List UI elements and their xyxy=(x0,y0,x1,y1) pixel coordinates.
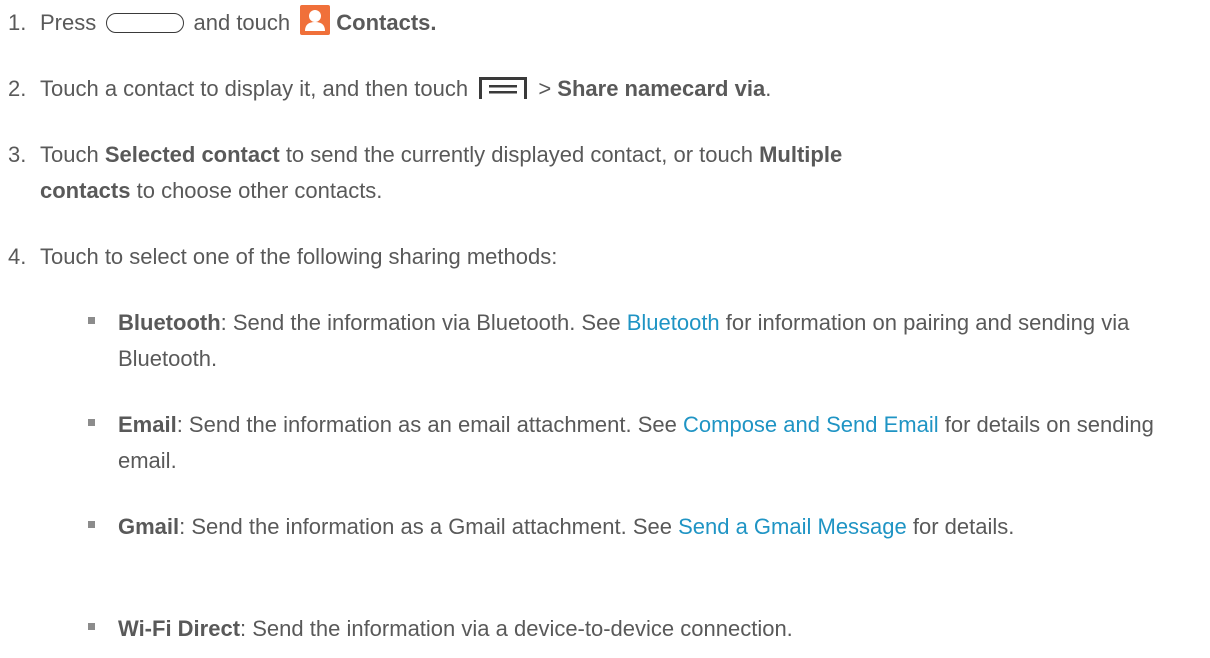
list-item: Bluetooth: Send the information via Blue… xyxy=(88,305,1190,377)
list-item: Gmail: Send the information as a Gmail a… xyxy=(88,509,1190,545)
contacts-bold-label: contacts xyxy=(40,178,131,203)
step-4: 4. Touch to select one of the following s… xyxy=(8,239,1190,275)
bluetooth-link[interactable]: Bluetooth xyxy=(627,310,720,335)
gmail-message-link[interactable]: Send a Gmail Message xyxy=(678,514,907,539)
bullet-icon xyxy=(88,419,95,426)
method-desc: : Send the information as an email attac… xyxy=(176,412,677,437)
separator: > xyxy=(538,76,552,101)
step-text: and touch xyxy=(193,10,291,35)
bullet-icon xyxy=(88,623,95,630)
share-namecard-label: Share namecard via xyxy=(557,76,766,101)
step-number: 1. xyxy=(8,10,27,35)
step-3: 3. Touch Selected contact to send the cur… xyxy=(8,137,1190,209)
list-item: Email: Send the information as an email … xyxy=(88,407,1190,479)
method-desc: : Send the information as a Gmail attach… xyxy=(179,514,672,539)
step-number: 4. xyxy=(8,244,27,269)
step-number: 3. xyxy=(8,142,27,167)
contacts-label: Contacts. xyxy=(336,10,437,35)
list-item: Wi-Fi Direct: Send the information via a… xyxy=(88,611,1190,647)
home-button-icon xyxy=(106,13,185,33)
bullet-icon xyxy=(88,521,95,528)
step-text: to choose other contacts. xyxy=(136,178,383,203)
method-name: Gmail xyxy=(118,514,180,539)
bullet-icon xyxy=(88,317,95,324)
step-2: 2. Touch a contact to display it, and the… xyxy=(8,71,1190,107)
step-text: Touch xyxy=(40,142,99,167)
step-text: Touch to select one of the following sha… xyxy=(40,244,558,269)
selected-contact-label: Selected contact xyxy=(104,142,280,167)
step-text: . xyxy=(765,76,772,101)
method-name: Bluetooth xyxy=(118,310,221,335)
method-desc: : Send the information via Bluetooth. Se… xyxy=(220,310,621,335)
compose-email-link[interactable]: Compose and Send Email xyxy=(683,412,939,437)
method-desc: : Send the information via a device-to-d… xyxy=(240,616,793,641)
step-1: 1. Press and touch Contacts. xyxy=(8,5,1190,41)
method-name: Wi-Fi Direct xyxy=(118,616,241,641)
step-text: Press xyxy=(40,10,97,35)
step-number: 2. xyxy=(8,76,27,101)
menu-key-icon xyxy=(479,77,528,99)
contacts-app-icon xyxy=(300,5,331,35)
step-continuation: contacts to choose other contacts. xyxy=(8,173,1190,209)
multiple-label: Multiple xyxy=(759,142,843,167)
method-name: Email xyxy=(118,412,177,437)
instructions-page: 1. Press and touch Contacts. 2. Touch a co… xyxy=(0,0,1210,658)
step-text: Touch a contact to display it, and then … xyxy=(40,76,469,101)
method-after: for details. xyxy=(912,514,1015,539)
step-text: to send the currently displayed contact,… xyxy=(285,142,753,167)
